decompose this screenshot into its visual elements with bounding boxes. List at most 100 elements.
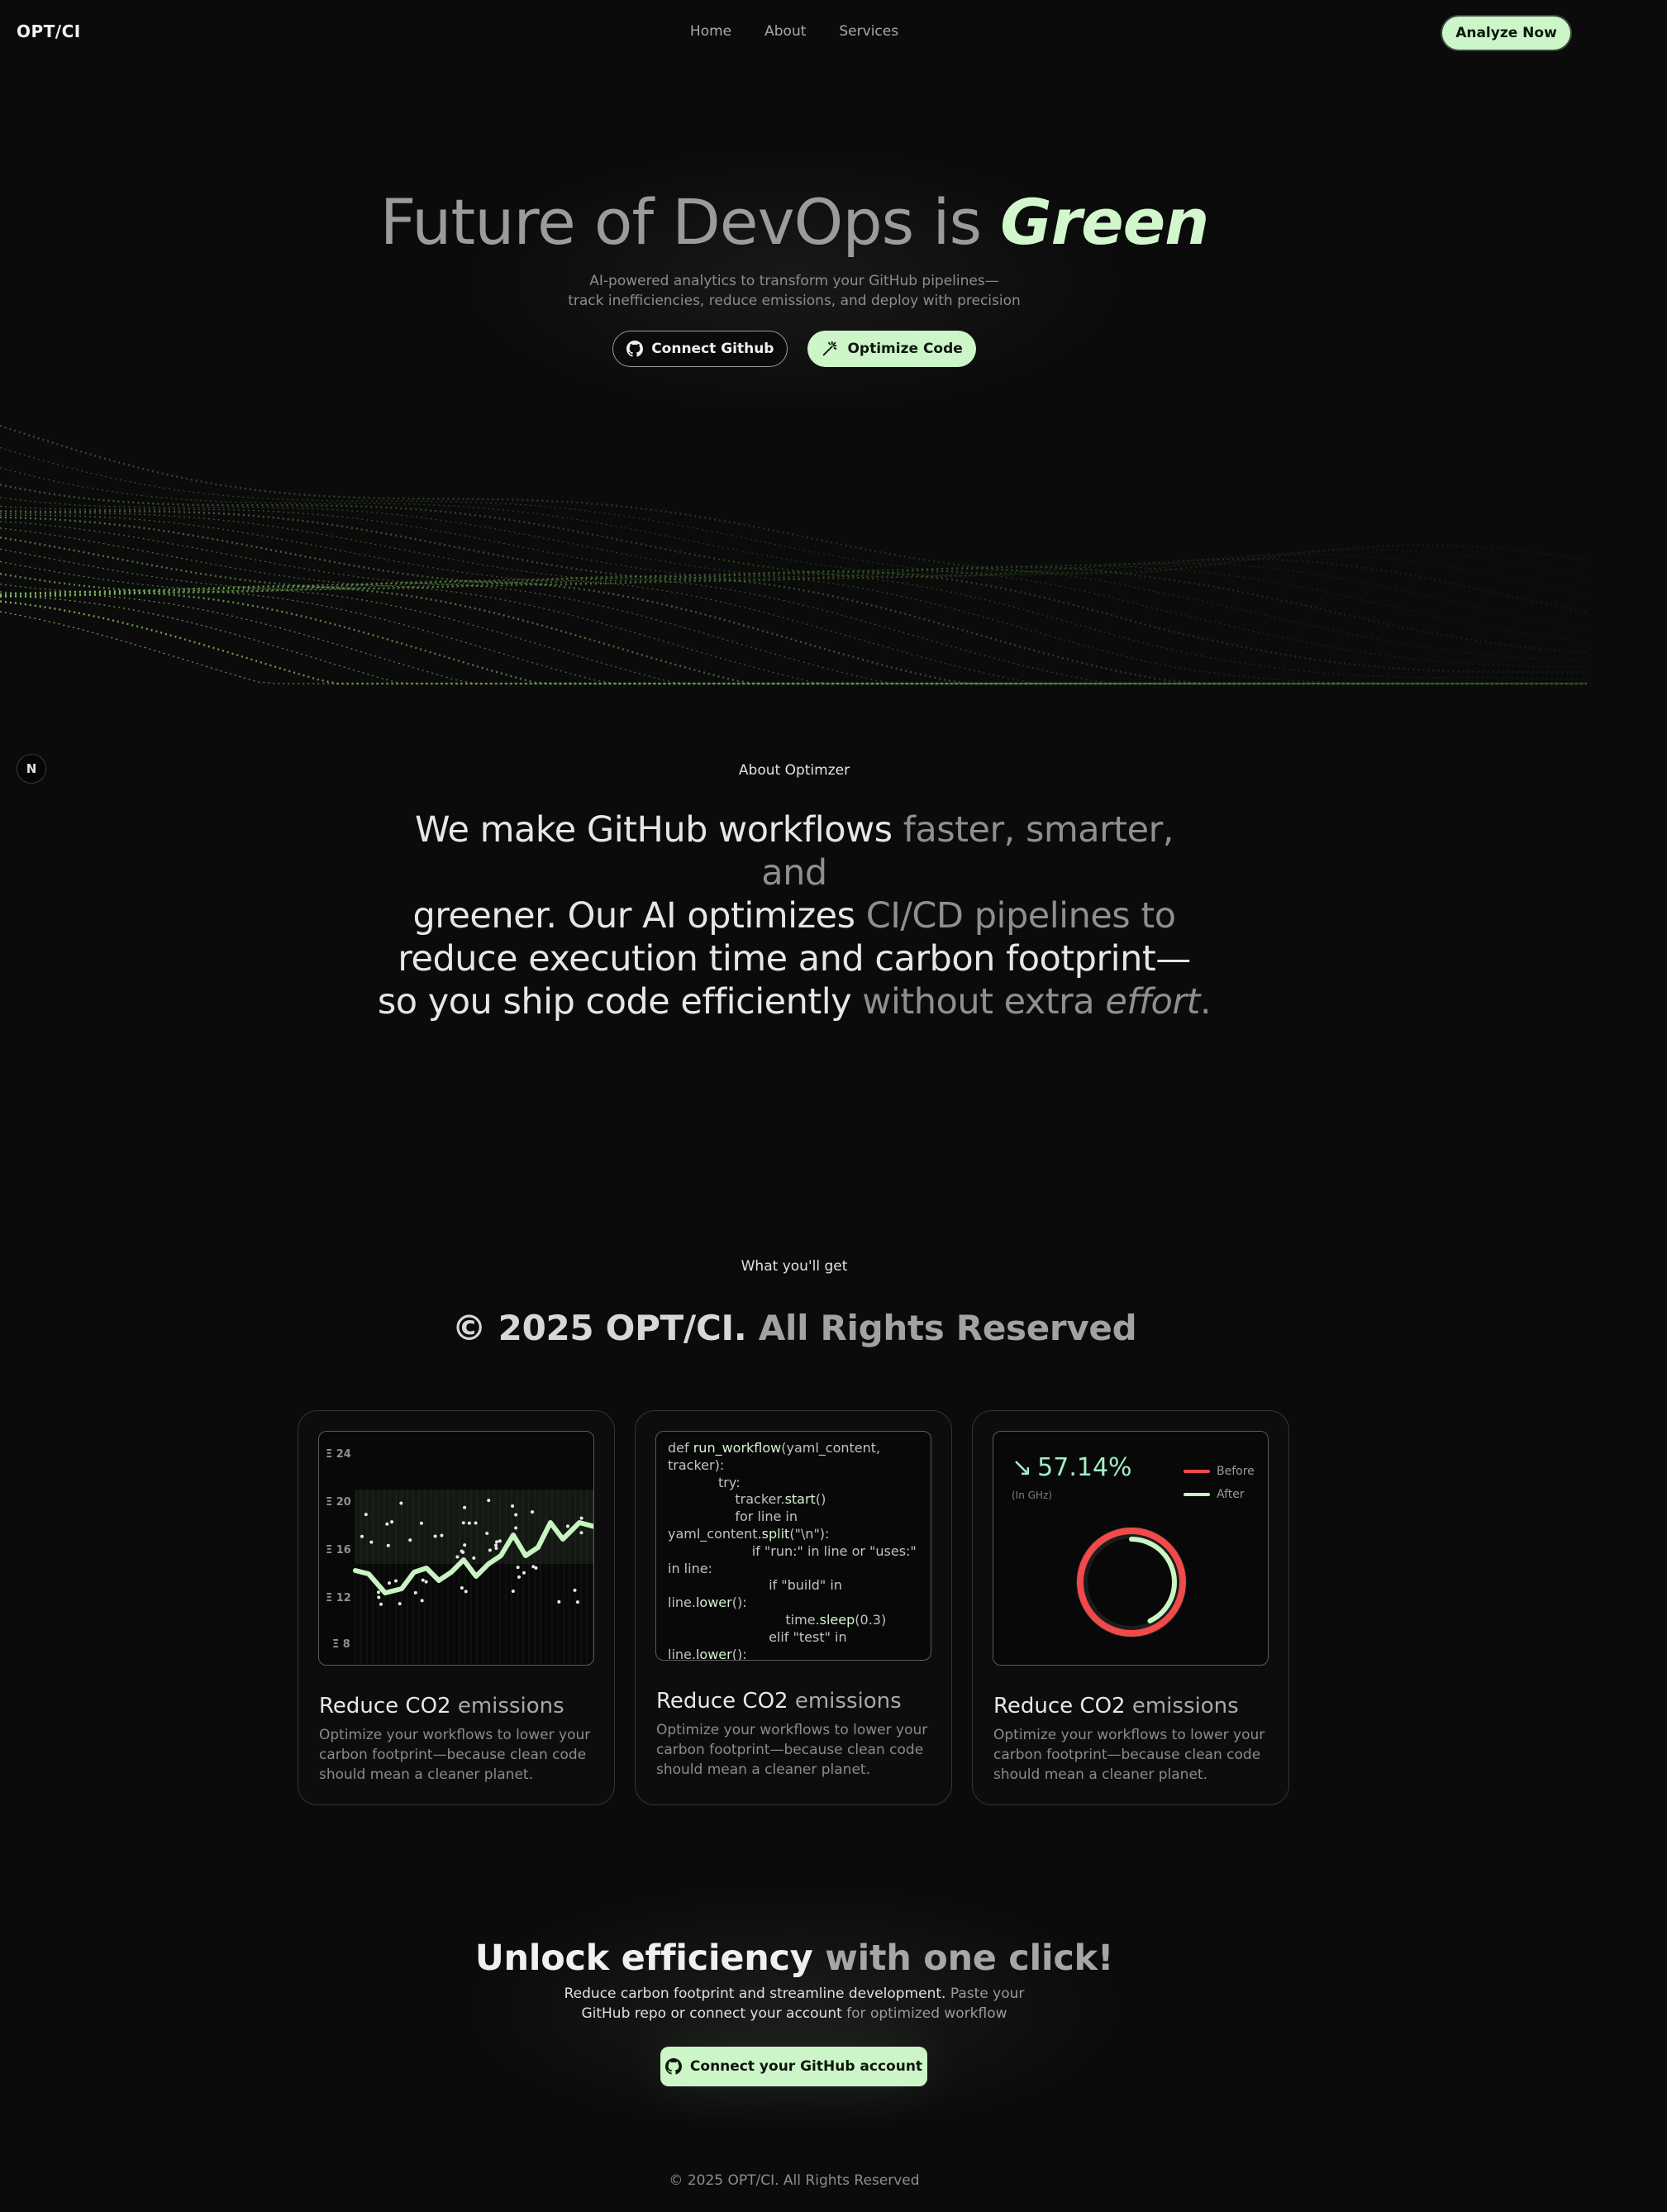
chart-point [424,1580,428,1584]
gauge-percent-value: 57.14% [1037,1453,1132,1482]
code-line: def run_workflow(yaml_content, [668,1440,881,1456]
chart-point [579,1531,583,1535]
chart-point [364,1513,368,1517]
chart-point [517,1575,522,1579]
chart-point [494,1546,498,1550]
about-text-highlight: We make GitHub workflows [415,809,893,851]
emissions-chart: Ξ 24 Ξ 20 Ξ 16 Ξ 12 Ξ 8 [326,1448,593,1665]
nav-link-home[interactable]: Home [690,23,731,40]
about-text: without extra [851,981,1106,1023]
gauge-ring-before [1077,1528,1186,1637]
trend-down-arrow-icon: ↘ [1012,1453,1033,1482]
chart-point [377,1595,381,1599]
chart-point [460,1549,464,1553]
code-snippet: def run_workflow(yaml_content, tracker): … [656,1432,931,1661]
chart-point [557,1599,561,1604]
chart-point [511,1504,515,1508]
connect-github-button[interactable]: Connect Github [612,331,788,367]
nav-link-about[interactable]: About [764,23,806,40]
wave-strand [0,536,1587,685]
github-icon [626,341,644,357]
about-text-emphasis: effort [1105,981,1200,1023]
chart-point [399,1501,403,1505]
chart-tick-label: Ξ 16 [326,1544,351,1557]
chart-point [408,1538,412,1542]
chart-tick-label: Ξ 12 [326,1592,351,1604]
wave-strand [0,446,1588,578]
wave-strand [0,582,1587,684]
hero-title-main: Future of DevOps is [379,185,1001,259]
gauge-legend: Before After [1184,1460,1255,1506]
chart-point [360,1534,364,1538]
optimize-code-button[interactable]: Optimize Code [807,331,976,367]
chart-point [460,1585,464,1590]
features-heading-highlight: © 2025 OPT/CI. [451,1308,747,1348]
chart-point [398,1602,402,1606]
chart-point [514,1513,518,1517]
card-title: Reduce CO2 emissions [656,1689,902,1714]
wave-strand [0,521,1588,680]
about-text-highlight: reduce execution time and carbon footpri… [398,938,1191,980]
optimize-code-label: Optimize Code [847,341,963,357]
card-title-rest: emissions [788,1689,902,1714]
code-line: try: [668,1474,741,1490]
chart-point [376,1590,380,1595]
about-statement: We make GitHub workflows faster, smarter… [377,808,1212,1023]
gauge-ring [1076,1527,1187,1638]
chart-point [379,1602,383,1606]
card-title-highlight: Reduce CO2 [656,1689,788,1714]
card-title-highlight: Reduce CO2 [993,1694,1126,1719]
code-line: if "run:" in line or "uses:" in line: [668,1542,921,1576]
code-line: if "build" in line.lower(): [668,1577,847,1611]
chart-point [488,1548,492,1552]
card-description: Optimize your workflows to lower your ca… [993,1727,1265,1783]
chart-point [579,1516,583,1520]
legend-before: Before [1184,1460,1255,1483]
code-line: tracker.start() [668,1491,826,1508]
chart-point [394,1579,398,1583]
feature-card-chart: Ξ 24 Ξ 20 Ξ 16 Ξ 12 Ξ 8 Reduce CO2 emissions… [298,1410,615,1805]
cta-subtitle-rest: Paste your [945,1986,1025,2002]
chart-tick-label: Ξ 20 [326,1496,351,1509]
gauge-percent: ↘ 57.14% [1012,1453,1132,1482]
chart-point [467,1521,471,1525]
chart-point [463,1543,467,1547]
analyze-now-button[interactable]: Analyze Now [1442,17,1570,50]
chart-point [485,1531,489,1535]
wave-strand [0,510,1588,654]
legend-swatch-after [1184,1493,1210,1496]
footer-copyright: © 2025 OPT/CI. All Rights Reserved [669,2172,920,2189]
features-heading-rest: All Rights Reserved [746,1308,1137,1348]
feature-card-gauge: ↘ 57.14% (In GHz) Before After Reduce CO… [972,1410,1289,1805]
card-visual-code: def run_workflow(yaml_content, tracker): … [655,1431,931,1661]
wave-strand [0,497,1588,629]
features-eyebrow: What you'll get [741,1258,848,1275]
chart-point [514,1526,518,1530]
wave-strand [0,584,1587,684]
chart-point [455,1555,460,1559]
about-eyebrow: About Optimzer [738,762,850,779]
card-visual-gauge: ↘ 57.14% (In GHz) Before After [993,1431,1269,1666]
chart-point [565,1524,569,1528]
chart-point [433,1534,437,1538]
connect-github-account-button[interactable]: Connect your GitHub account [660,2047,927,2086]
chart-point [531,1565,536,1569]
chart-point [494,1543,498,1547]
about-text: . [1199,981,1212,1023]
about-text: CI/CD pipelines to [855,895,1176,937]
chart-point [575,1600,579,1604]
chart-point [472,1556,476,1560]
chart-point [440,1533,444,1537]
nav-link-services[interactable]: Services [839,23,898,40]
connect-github-account-label: Connect your GitHub account [689,2058,923,2075]
wave-strand [0,527,1587,684]
chart-point [419,1521,423,1525]
hero-subtitle-line: AI-powered analytics to transform your G… [589,273,999,289]
wave-strand [0,595,1587,684]
wave-strand [0,593,1587,684]
hero-title: Future of DevOps is Green [0,185,1588,259]
gauge-ring-after [1086,1537,1177,1628]
chart-point [421,1578,425,1582]
code-line: elif "test" in line.lower(): [668,1628,851,1661]
magic-wand-icon [821,340,839,358]
